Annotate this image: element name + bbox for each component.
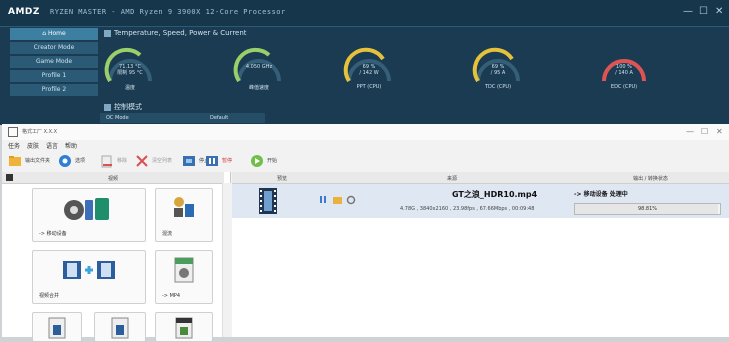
nav-item-profile-2[interactable]: Profile 2	[10, 84, 98, 96]
ryzen-nav: ⌂ Home Creator Mode Game Mode Profile 1 …	[10, 28, 98, 98]
format-factory-window: 格式工厂 X.X.X — ☐ ✕ 任务 皮肤 语言 帮助 输出文件夹 选项 移除…	[2, 124, 729, 342]
remove-icon	[101, 155, 112, 168]
amd-logo: AMDZ	[8, 7, 40, 17]
clear-list-icon	[136, 155, 148, 167]
start-icon	[251, 155, 263, 167]
pause-icon	[206, 156, 218, 166]
maximize-icon[interactable]: ☐	[699, 6, 708, 17]
tile-mux[interactable]: 混流	[155, 188, 213, 242]
gauge-tdc: 69 % / 95 A TDC (CPU)	[472, 43, 524, 93]
conversion-progress: 98.81%	[574, 203, 721, 215]
conversion-status: -> 移动设备 处理中	[574, 191, 628, 198]
tile-format-a[interactable]	[32, 312, 82, 342]
table-row[interactable]: GT之浪_HDR10.mp4 4.78G , 3840x2160 , 23.98…	[232, 184, 729, 218]
section-checkbox[interactable]	[104, 29, 111, 37]
toolbar: 输出文件夹 选项 移除 清空列表 停止 暂停 开始	[2, 151, 729, 171]
options-icon	[59, 155, 71, 167]
tile-format-c[interactable]	[155, 312, 213, 342]
close-icon[interactable]: ✕	[715, 6, 723, 17]
gauge-ppt: 69 % / 142 W PPT (CPU)	[343, 43, 395, 93]
column-source[interactable]: 来源	[332, 175, 572, 182]
video-file-icon	[175, 317, 193, 339]
column-output-status[interactable]: 输出 / 转换状态	[572, 175, 729, 182]
menu-task[interactable]: 任务	[8, 141, 20, 150]
menu-help[interactable]: 帮助	[65, 141, 77, 150]
ryzen-window-title: RYZEN MASTER - AMD Ryzen 9 3900X 12-Core…	[50, 8, 286, 16]
settings-small-icon[interactable]	[346, 195, 356, 205]
mobile-device-icon	[64, 198, 109, 220]
category-panel: 视频 -> 移动设备 混流 视频合并 -> MP4	[2, 172, 231, 342]
mp4-icon	[174, 257, 194, 283]
column-preview[interactable]: 预览	[232, 175, 332, 182]
gauge-edc: 100 % / 140 A EDC (CPU)	[598, 43, 650, 93]
nav-item-profile-1[interactable]: Profile 1	[10, 70, 98, 82]
tile-to-mobile[interactable]: -> 移动设备	[32, 188, 146, 242]
video-file-icon	[111, 317, 129, 339]
folder-small-icon[interactable]	[333, 197, 342, 204]
task-list: 预览 来源 输出 / 转换状态 GT之浪_HDR10.mp4 4.78G , 3…	[232, 172, 729, 337]
minimize-icon[interactable]: —	[683, 6, 693, 17]
gauge-temperature: 71.13 °C 限制 95 °C 温度	[104, 43, 156, 93]
nav-item-game-mode[interactable]: Game Mode	[10, 56, 98, 68]
source-filename: GT之浪_HDR10.mp4	[452, 190, 538, 199]
close-icon[interactable]: ✕	[716, 127, 723, 136]
pause-small-icon[interactable]	[320, 196, 326, 203]
menu-language[interactable]: 语言	[46, 141, 58, 150]
source-info: 4.78G , 3840x2160 , 23.98fps , 67.66Mbps…	[400, 206, 535, 212]
tile-to-mp4[interactable]: -> MP4	[155, 250, 213, 304]
menu-bar: 任务 皮肤 语言 帮助	[2, 140, 729, 151]
output-folder-icon	[9, 156, 21, 166]
film-preview-icon	[259, 188, 277, 214]
minimize-icon[interactable]: —	[686, 127, 694, 136]
video-joiner-icon	[63, 261, 115, 279]
maximize-icon[interactable]: ☐	[701, 127, 708, 136]
app-icon	[8, 127, 18, 137]
nav-item-home[interactable]: ⌂ Home	[10, 28, 98, 40]
ryzen-title-bar: AMDZ RYZEN MASTER - AMD Ryzen 9 3900X 12…	[0, 0, 729, 27]
progress-text: 98.81%	[637, 206, 658, 212]
ryzen-master-window: AMDZ RYZEN MASTER - AMD Ryzen 9 3900X 12…	[0, 0, 729, 125]
nav-item-creator-mode[interactable]: Creator Mode	[10, 42, 98, 54]
section-checkbox[interactable]	[104, 103, 111, 111]
stop-icon	[183, 156, 195, 166]
section-control-mode[interactable]: 控制模式	[104, 102, 142, 112]
app-title: 格式工厂 X.X.X	[22, 129, 58, 135]
task-list-header: 预览 来源 输出 / 转换状态	[232, 172, 729, 184]
category-header[interactable]: 视频	[2, 172, 224, 184]
menu-skin[interactable]: 皮肤	[27, 141, 39, 150]
app-title-bar: 格式工厂 X.X.X — ☐ ✕	[2, 124, 729, 140]
gauge-peak-speed: 4.050 GHz 峰值速度	[233, 43, 285, 93]
control-mode-row: OC Mode Default	[100, 113, 265, 123]
video-file-icon	[48, 317, 66, 339]
mux-icon	[174, 197, 194, 217]
row-icons	[320, 190, 360, 209]
tile-format-b[interactable]	[94, 312, 146, 342]
section-temperature[interactable]: Temperature, Speed, Power & Current	[104, 29, 247, 37]
tile-video-joiner[interactable]: 视频合并	[32, 250, 146, 304]
category-scrollbar[interactable]	[222, 183, 231, 337]
